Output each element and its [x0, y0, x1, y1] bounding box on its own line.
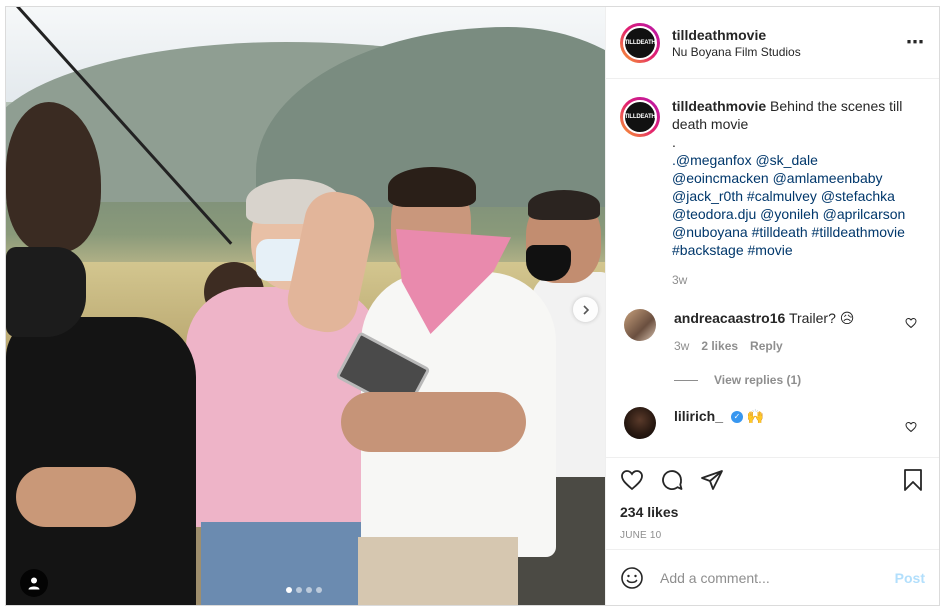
photo-person-right-mask: [526, 245, 571, 281]
photo-person-left-mask: [6, 247, 86, 337]
emoji-icon[interactable]: [620, 566, 644, 590]
carousel-dot: [296, 587, 302, 593]
story-ring[interactable]: TILLDEATH: [620, 97, 660, 137]
photo-person-white-pants: [358, 537, 518, 605]
user-icon: [28, 577, 40, 590]
replies-divider: [674, 379, 698, 381]
post-photo[interactable]: [6, 7, 605, 605]
tagged-users-button[interactable]: [20, 569, 48, 597]
comment-likes[interactable]: 2 likes: [701, 339, 738, 353]
avatar: TILLDEATH: [623, 25, 657, 60]
comment-bubble-icon[interactable]: [660, 468, 684, 492]
verified-badge-icon: ✓: [730, 411, 743, 424]
heart-icon[interactable]: [905, 421, 917, 433]
carousel-dot: [316, 587, 322, 593]
view-replies-label: View replies (1): [714, 373, 802, 387]
comment-meta: 3w 2 likes Reply: [674, 339, 894, 353]
share-paper-plane-icon[interactable]: [700, 468, 724, 492]
carousel-dots: [286, 587, 322, 593]
comment-line: andreacaastro16 Trailer? 😥: [674, 309, 894, 327]
caption-mentions[interactable]: .@meganfox @sk_dale @eoincmacken @amlame…: [672, 151, 917, 259]
bookmark-icon[interactable]: [901, 468, 925, 492]
comment-item: andreacaastro16 Trailer? 😥 3w 2 likes Re…: [620, 309, 925, 353]
comment-item: lilirich_ ✓ 🙌: [620, 407, 925, 439]
caption-text: tilldeathmovie Behind the scenes till de…: [672, 97, 917, 289]
post-comment-button[interactable]: Post: [895, 570, 925, 586]
post-sidebar: TILLDEATH tilldeathmovie Nu Boyana Film …: [605, 7, 939, 605]
view-replies-button[interactable]: View replies (1): [674, 373, 925, 387]
post-header: TILLDEATH tilldeathmovie Nu Boyana Film …: [606, 7, 939, 79]
caption-username[interactable]: tilldeathmovie: [672, 98, 766, 114]
comment-body: andreacaastro16 Trailer? 😥 3w 2 likes Re…: [674, 309, 894, 353]
photo-person-white-arms: [341, 392, 526, 452]
post-username[interactable]: tilldeathmovie: [672, 26, 906, 44]
comment-time[interactable]: 3w: [674, 339, 689, 353]
avatar[interactable]: [624, 309, 656, 341]
carousel-dot: [286, 587, 292, 593]
action-row: [620, 468, 925, 492]
photo-person-pink-jeans: [201, 522, 361, 605]
photo-person-left-arm: [16, 467, 136, 527]
comment-username[interactable]: lilirich_: [674, 408, 723, 424]
carousel-dot: [306, 587, 312, 593]
heart-icon[interactable]: [905, 317, 917, 329]
avatar[interactable]: [624, 407, 656, 439]
comment-text: 🙌: [746, 408, 765, 424]
photo-person-left: [6, 317, 196, 605]
reply-button[interactable]: Reply: [750, 339, 783, 353]
caption: TILLDEATH tilldeathmovie Behind the scen…: [620, 97, 925, 289]
more-options-icon[interactable]: ⋯: [906, 32, 925, 53]
comment-text: Trailer? 😥: [788, 310, 855, 326]
post-location[interactable]: Nu Boyana Film Studios: [672, 44, 906, 60]
carousel-next-button[interactable]: [573, 297, 598, 322]
caption-time[interactable]: 3w: [672, 271, 917, 289]
add-comment-bar: Post: [606, 549, 939, 605]
comment-line: lilirich_ ✓ 🙌: [674, 407, 894, 425]
story-ring[interactable]: TILLDEATH: [620, 22, 660, 63]
avatar: TILLDEATH: [623, 100, 657, 134]
caption-dot: .: [672, 134, 676, 150]
header-text: tilldeathmovie Nu Boyana Film Studios: [672, 26, 906, 60]
comment-body: lilirich_ ✓ 🙌: [674, 407, 894, 439]
post-actions: 234 likes JUNE 10: [606, 457, 939, 549]
comments-section: TILLDEATH tilldeathmovie Behind the scen…: [606, 79, 939, 457]
post-date[interactable]: JUNE 10: [620, 530, 925, 541]
like-heart-icon[interactable]: [620, 468, 644, 492]
comment-input[interactable]: [660, 569, 895, 586]
photo-person-white-hair: [388, 167, 476, 207]
likes-count[interactable]: 234 likes: [620, 504, 925, 520]
comment-username[interactable]: andreacaastro16: [674, 310, 785, 326]
chevron-right-icon: [582, 304, 589, 315]
post-modal: TILLDEATH tilldeathmovie Nu Boyana Film …: [5, 6, 940, 606]
photo-person-right-hair: [528, 190, 600, 220]
